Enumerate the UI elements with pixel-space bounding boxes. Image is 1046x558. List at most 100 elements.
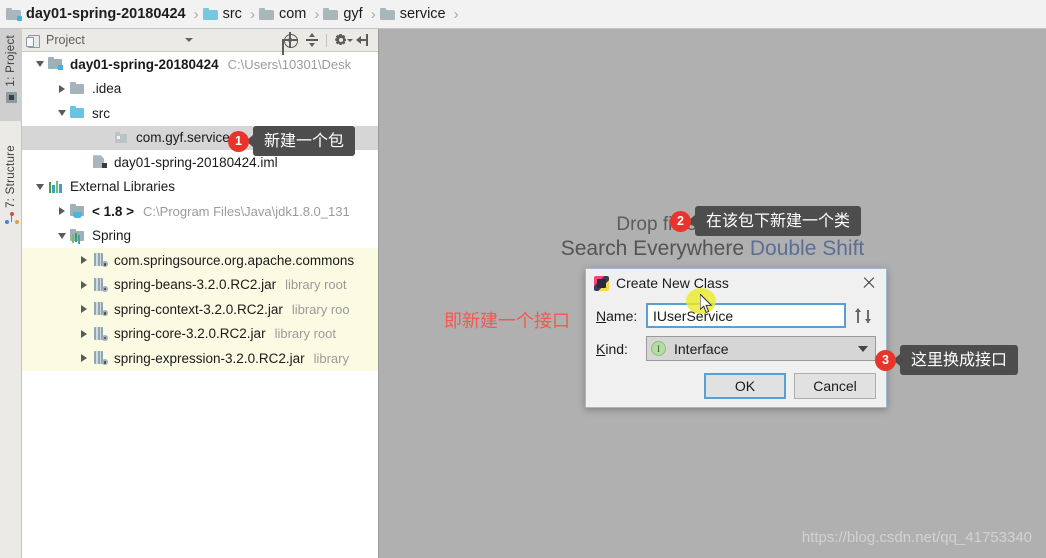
- twisty-open-icon[interactable]: [54, 232, 70, 239]
- twisty-open-icon[interactable]: [54, 110, 70, 117]
- source-folder-icon: [202, 8, 218, 20]
- tree-row-jar[interactable]: spring-expression-3.2.0.RC2.jar library: [22, 346, 378, 371]
- history-arrows[interactable]: [850, 308, 876, 323]
- external-libraries-icon: [48, 180, 64, 194]
- project-panel-header: Project: [22, 29, 378, 52]
- project-icon: [5, 91, 18, 104]
- breadcrumb-separator: ›: [453, 5, 459, 23]
- close-icon[interactable]: [858, 272, 880, 294]
- cancel-button[interactable]: Cancel: [794, 373, 876, 399]
- tree-row-label: spring-core-3.2.0.RC2.jar: [114, 326, 266, 342]
- hide-panel-icon[interactable]: [355, 32, 371, 48]
- tree-row-path: library roo: [291, 301, 350, 317]
- jar-icon: [92, 302, 108, 317]
- twisty-open-icon[interactable]: [32, 61, 48, 68]
- tree-row-jar[interactable]: spring-beans-3.2.0.RC2.jar library root: [22, 272, 378, 297]
- jar-icon: [92, 326, 108, 341]
- tree-row-label: spring-expression-3.2.0.RC2.jar: [114, 350, 305, 366]
- tree-row-path: library root: [285, 277, 347, 293]
- kind-select[interactable]: I Interface: [646, 336, 876, 361]
- spring-library-icon: [70, 228, 86, 243]
- tree-row-jar[interactable]: com.springsource.org.apache.commons: [22, 248, 378, 273]
- tree-row-jar[interactable]: spring-core-3.2.0.RC2.jar library root: [22, 321, 378, 346]
- interface-badge-icon: I: [651, 341, 666, 356]
- chevron-down-icon[interactable]: [858, 345, 868, 352]
- callout-badge: 1: [228, 130, 249, 152]
- breadcrumb: day01-spring-20180424 › src › com › gyf …: [0, 0, 1046, 29]
- twisty-closed-icon[interactable]: [76, 329, 92, 338]
- ok-button[interactable]: OK: [704, 373, 786, 399]
- dialog-body: Name: Kind: I Interface: [586, 297, 886, 363]
- tool-tab-label: 1: Project: [5, 35, 17, 87]
- tree-row-label: com.gyf.service: [136, 130, 230, 146]
- gear-icon[interactable]: [333, 32, 353, 48]
- callout-text: 这里换成接口: [892, 345, 1019, 375]
- tree-row-module[interactable]: day01-spring-20180424 C:\Users\10301\Des…: [22, 52, 378, 77]
- tree-row-idea[interactable]: .idea: [22, 77, 378, 102]
- iml-file-icon: [92, 155, 108, 169]
- arrow-up-icon[interactable]: [855, 308, 862, 323]
- tree-row-src[interactable]: src: [22, 101, 378, 126]
- tool-tab-structure[interactable]: 7: Structure: [0, 139, 22, 247]
- breadcrumb-separator: ›: [314, 5, 320, 23]
- dialog-titlebar: Create New Class: [586, 269, 886, 297]
- callout-badge: 2: [670, 210, 691, 232]
- tree-row-spring-library[interactable]: Spring: [22, 224, 378, 249]
- intellij-idea-icon: [594, 275, 609, 291]
- twisty-closed-icon[interactable]: [76, 256, 92, 265]
- breadcrumb-label: com: [278, 6, 307, 22]
- tree-row-label: .idea: [92, 81, 122, 97]
- jar-icon: [92, 351, 108, 366]
- tree-row-path: C:\Program Files\Java\jdk1.8.0_131: [143, 203, 350, 219]
- twisty-closed-icon[interactable]: [76, 354, 92, 363]
- tree-row-label: spring-beans-3.2.0.RC2.jar: [114, 277, 277, 293]
- tree-row-jar[interactable]: spring-context-3.2.0.RC2.jar library roo: [22, 297, 378, 322]
- folder-icon: [379, 8, 395, 20]
- twisty-open-icon[interactable]: [32, 183, 48, 190]
- chevron-down-icon[interactable]: [184, 38, 193, 42]
- search-everywhere-label: Search Everywhere: [560, 237, 744, 260]
- toolbar-divider: [326, 33, 327, 47]
- name-input[interactable]: [646, 303, 846, 328]
- twisty-closed-icon[interactable]: [54, 207, 70, 216]
- folder-icon: [323, 8, 339, 20]
- callout-text: 在该包下新建一个类: [687, 206, 862, 236]
- source-folder-icon: [70, 106, 86, 120]
- kind-label: Kind:: [596, 340, 628, 357]
- breadcrumb-separator: ›: [249, 5, 255, 23]
- breadcrumb-item-gyf[interactable]: gyf ›: [323, 0, 379, 28]
- callout-2: 2 在该包下新建一个类: [670, 206, 862, 236]
- jar-icon: [92, 253, 108, 268]
- collapse-all-icon[interactable]: [304, 32, 320, 48]
- tree-row-label: day01-spring-20180424.iml: [114, 154, 278, 170]
- twisty-closed-icon[interactable]: [76, 305, 92, 314]
- jdk-icon: [70, 204, 86, 219]
- module-folder-icon: [6, 8, 22, 21]
- breadcrumb-item-src[interactable]: src ›: [202, 0, 259, 28]
- twisty-closed-icon[interactable]: [76, 280, 92, 289]
- dialog-buttons: OK Cancel: [586, 367, 886, 399]
- breadcrumb-label: service: [399, 6, 446, 22]
- callout-1: 1 新建一个包: [228, 126, 356, 156]
- tree-row-jdk[interactable]: < 1.8 > C:\Program Files\Java\jdk1.8.0_1…: [22, 199, 378, 224]
- callout-badge: 3: [875, 349, 896, 371]
- kind-field-row: Kind: I Interface: [596, 334, 876, 363]
- name-label: Name:: [596, 307, 638, 324]
- package-icon: [114, 131, 130, 145]
- locate-icon[interactable]: [282, 32, 298, 48]
- twisty-closed-icon[interactable]: [54, 84, 70, 93]
- tree-row-label: com.springsource.org.apache.commons: [114, 252, 355, 268]
- tree-row-path: library root: [274, 326, 336, 342]
- search-everywhere-shortcut: Double Shift: [749, 237, 865, 260]
- breadcrumb-item-com[interactable]: com ›: [258, 0, 323, 28]
- tree-row-external-libraries[interactable]: External Libraries: [22, 175, 378, 200]
- watermark: https://blog.csdn.net/qq_41753340: [801, 529, 1032, 546]
- breadcrumb-item-module[interactable]: day01-spring-20180424 ›: [6, 0, 203, 28]
- arrow-down-icon[interactable]: [865, 308, 872, 323]
- breadcrumb-separator: ›: [370, 5, 376, 23]
- project-panel-title: Project: [46, 33, 85, 47]
- breadcrumb-item-service[interactable]: service ›: [379, 0, 463, 28]
- breadcrumb-label: src: [222, 6, 242, 22]
- mouse-cursor-icon: [700, 294, 714, 314]
- tool-tab-project[interactable]: 1: Project: [0, 29, 22, 121]
